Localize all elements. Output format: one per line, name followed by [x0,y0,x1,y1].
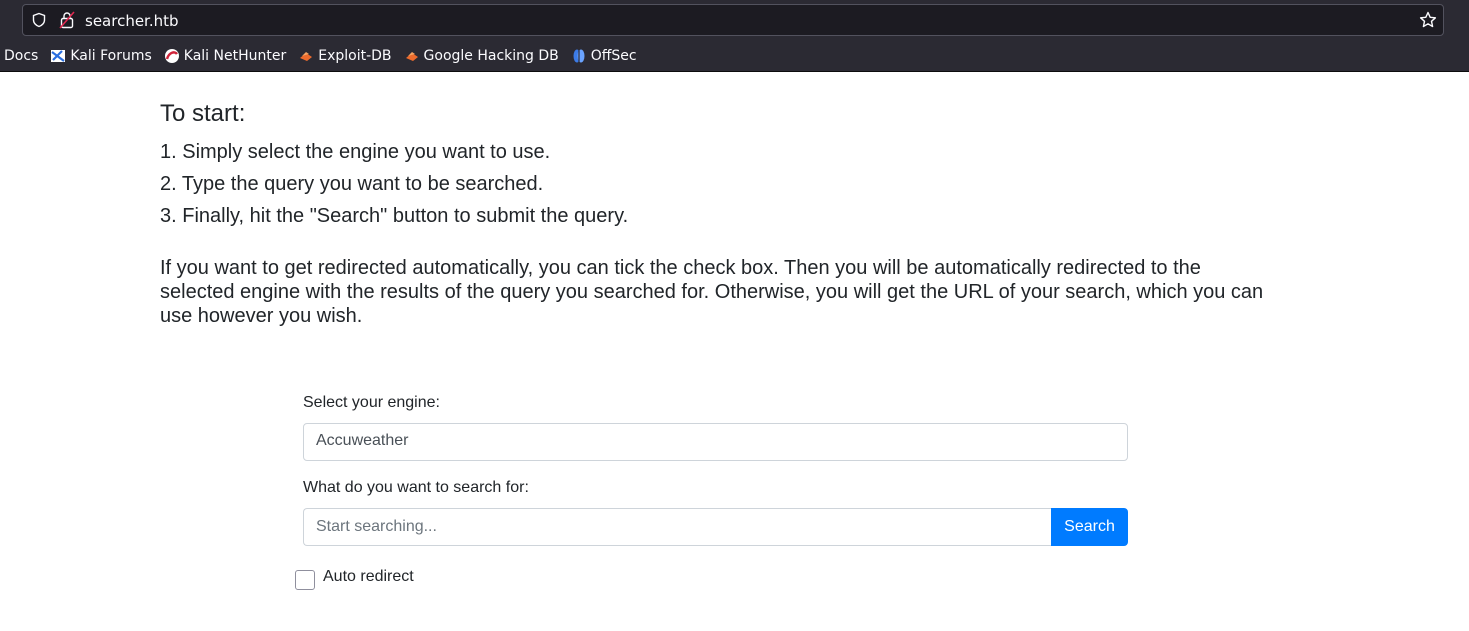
bookmark-label: OffSec [590,48,637,64]
lock-icon[interactable] [59,11,75,29]
auto-redirect-checkbox[interactable] [295,570,315,590]
engine-label: Select your engine: [303,394,440,411]
search-input[interactable] [303,508,1051,546]
url-bar[interactable]: searcher.htb [22,4,1444,36]
search-form: Select your engine: Accuweather What do … [303,394,1128,546]
instruction-step-3: 3. Finally, hit the "Search" button to s… [160,205,629,227]
auto-redirect-row: Auto redirect [295,568,414,590]
bookmark-star-icon[interactable] [1419,11,1437,29]
bookmark-label: Docs [4,48,39,64]
auto-redirect-label[interactable]: Auto redirect [323,568,414,586]
bookmark-label: Kali Forums [70,48,152,64]
bookmark-exploit-db[interactable]: Exploit-DB [298,48,392,64]
kali-forums-icon [51,50,66,62]
bookmark-docs[interactable]: Docs [4,48,38,64]
url-text[interactable]: searcher.htb [85,12,179,30]
ghdb-icon [405,52,418,61]
bookmark-label: Kali NetHunter [183,48,287,64]
instruction-step-1: 1. Simply select the engine you want to … [160,141,551,163]
instruction-step-2: 2. Type the query you want to be searche… [160,173,544,195]
instructions-section: To start: 1. Simply select the engine yo… [160,100,1270,328]
bookmark-label: Google Hacking DB [423,48,559,64]
nethunter-icon [164,49,179,63]
search-button[interactable]: Search [1051,508,1128,546]
exploit-db-icon [300,52,313,61]
bookmark-kali-forums[interactable]: Kali Forums [50,48,152,64]
bookmark-label: Exploit-DB [318,48,392,64]
offsec-icon [573,49,585,63]
browser-chrome: searcher.htb Docs Kali Forums Kali NetHu… [0,0,1469,72]
instructions-heading: To start: [160,100,246,127]
redirect-explanation: If you want to get redirected automatica… [160,257,1264,327]
bookmark-offsec[interactable]: OffSec [571,48,637,64]
shield-icon[interactable] [31,12,47,28]
bookmark-kali-nethunter[interactable]: Kali NetHunter [164,48,286,64]
query-label: What do you want to search for: [303,479,529,496]
engine-select-value: Accuweather [316,432,409,449]
engine-select[interactable]: Accuweather [303,423,1128,461]
search-input-group: Search [303,508,1128,546]
bookmark-google-hacking-db[interactable]: Google Hacking DB [404,48,559,64]
bookmarks-toolbar: Docs Kali Forums Kali NetHunter Exploit-… [0,43,649,69]
